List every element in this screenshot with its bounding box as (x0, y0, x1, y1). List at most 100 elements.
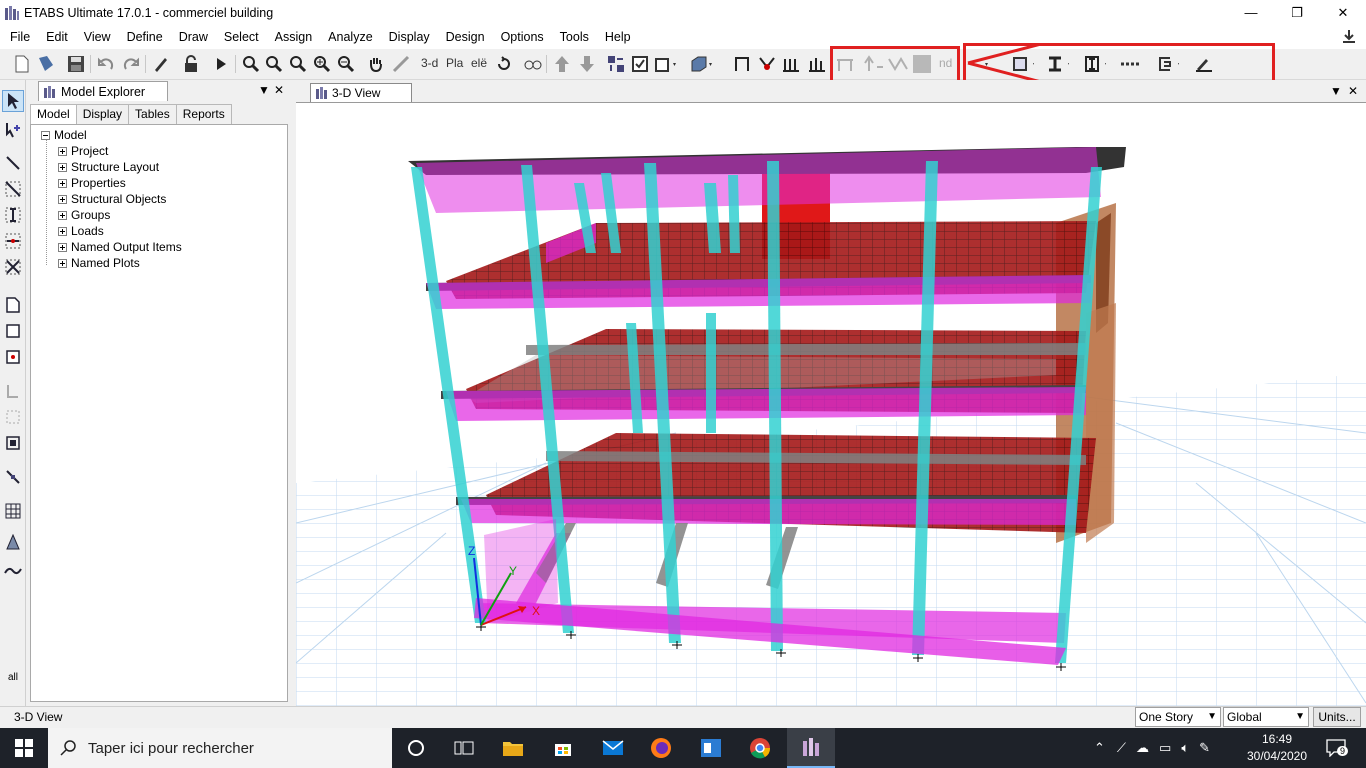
move-down-icon[interactable] (576, 53, 598, 75)
tab-display[interactable]: Display (75, 104, 130, 124)
lock-icon[interactable] (180, 53, 202, 75)
measure-icon[interactable] (390, 53, 412, 75)
coordinate-system-select[interactable]: Global ▼ (1223, 707, 1309, 727)
draw-line-icon[interactable] (2, 152, 24, 174)
explorer-close-icon[interactable]: ✕ (274, 83, 284, 97)
outlook-icon[interactable] (687, 728, 735, 768)
pencil-icon[interactable] (150, 53, 172, 75)
download-icon[interactable] (1340, 28, 1358, 46)
zoom-restore-icon[interactable] (263, 53, 285, 75)
menu-file[interactable]: File (2, 25, 38, 49)
chrome-icon[interactable] (736, 728, 784, 768)
draw-grid-icon[interactable] (2, 500, 24, 522)
draw-section-cut-icon[interactable] (2, 532, 24, 554)
reshape-icon[interactable] (2, 120, 24, 142)
zoom-in-icon[interactable] (311, 53, 333, 75)
story-select[interactable]: One Story ▼ (1135, 707, 1221, 727)
tab-tables[interactable]: Tables (128, 104, 177, 124)
menu-draw[interactable]: Draw (171, 25, 216, 49)
battery-icon[interactable]: ▭ (1159, 740, 1171, 756)
tab-reports[interactable]: Reports (175, 104, 232, 124)
taskbar-search-box[interactable]: Taper ici pour rechercher (48, 728, 392, 768)
view-dropdown-icon[interactable]: ▼ (1330, 84, 1342, 98)
run-analysis-icon[interactable] (210, 53, 232, 75)
frame-grid-icon[interactable] (780, 53, 802, 75)
menu-design[interactable]: Design (438, 25, 493, 49)
store-icon[interactable] (539, 728, 587, 768)
tree-node-model[interactable]: Model (41, 127, 87, 143)
draw-rect-floor-icon[interactable] (2, 320, 24, 342)
zoom-all-icon[interactable] (287, 53, 309, 75)
set-display-icon[interactable] (605, 53, 627, 75)
pointer-icon[interactable] (2, 90, 24, 112)
expand-icon[interactable] (58, 194, 67, 204)
tree-node-groups[interactable]: Groups (58, 207, 110, 223)
building-3d-model[interactable]: X Y Z (295, 103, 1366, 707)
view-close-icon[interactable]: ✕ (1348, 84, 1358, 98)
extrude-icon[interactable] (690, 53, 712, 75)
menu-analyze[interactable]: Analyze (320, 25, 380, 49)
menu-assign[interactable]: Assign (267, 25, 321, 49)
minimize-button[interactable]: — (1228, 0, 1274, 25)
undo-icon[interactable] (95, 53, 117, 75)
tree-node-loads[interactable]: Loads (58, 223, 104, 239)
close-button[interactable]: ✕ (1320, 0, 1366, 25)
view-3d-button[interactable]: 3-d (421, 56, 438, 70)
draw-floor-icon[interactable] (2, 294, 24, 316)
menu-tools[interactable]: Tools (552, 25, 597, 49)
firefox-icon[interactable] (637, 728, 685, 768)
joint-icon[interactable] (756, 53, 778, 75)
expand-icon[interactable] (58, 210, 67, 220)
menu-edit[interactable]: Edit (38, 25, 76, 49)
tree-node-structural-objects[interactable]: Structural Objects (58, 191, 166, 207)
draw-dimension-icon[interactable] (2, 560, 24, 582)
draw-column-icon[interactable] (2, 204, 24, 226)
explorer-dropdown-icon[interactable]: ▼ (258, 83, 270, 97)
expand-icon[interactable] (58, 258, 67, 268)
task-view-icon[interactable] (440, 728, 488, 768)
tree-node-properties[interactable]: Properties (58, 175, 126, 191)
checkbox-icon[interactable] (629, 53, 651, 75)
notification-center[interactable]: 9 (1326, 728, 1349, 768)
select-all-button[interactable]: all (2, 662, 24, 684)
frame-grid-2-icon[interactable] (806, 53, 828, 75)
start-button[interactable] (0, 728, 48, 768)
plan-view-button[interactable]: Pla (446, 56, 463, 70)
model-explorer-title-tab[interactable]: Model Explorer (38, 81, 169, 101)
tree-node-named-plots[interactable]: Named Plots (58, 255, 140, 271)
object-shrink-icon[interactable] (654, 53, 676, 75)
menu-define[interactable]: Define (119, 25, 171, 49)
draw-x-brace-icon[interactable] (2, 256, 24, 278)
etabs-taskbar-icon[interactable] (787, 728, 835, 768)
pen-icon[interactable]: ✎ (1199, 740, 1210, 756)
menu-display[interactable]: Display (381, 25, 438, 49)
rotate-icon[interactable] (493, 53, 515, 75)
open-model-icon[interactable] (35, 53, 57, 75)
menu-options[interactable]: Options (493, 25, 552, 49)
perspective-icon[interactable] (522, 53, 544, 75)
new-model-icon[interactable] (11, 53, 33, 75)
tree-node-structure-layout[interactable]: Structure Layout (58, 159, 159, 175)
collapse-icon[interactable] (41, 130, 50, 140)
mail-icon[interactable] (589, 728, 637, 768)
tab-model[interactable]: Model (30, 104, 77, 125)
elevation-view-button[interactable]: elë (471, 56, 487, 70)
zoom-out-icon[interactable] (335, 53, 357, 75)
quick-draw-floor-icon[interactable] (2, 346, 24, 368)
network-icon[interactable]: ⟋ (1117, 740, 1126, 756)
pan-icon[interactable] (365, 53, 387, 75)
menu-view[interactable]: View (76, 25, 119, 49)
save-icon[interactable] (65, 53, 87, 75)
tree-node-named-output-items[interactable]: Named Output Items (58, 239, 182, 255)
tray-expand-icon[interactable]: ⌃ (1094, 740, 1105, 756)
cortana-icon[interactable] (392, 728, 440, 768)
redo-icon[interactable] (120, 53, 142, 75)
tab-3d-view[interactable]: 3-D View (310, 83, 412, 102)
expand-icon[interactable] (58, 178, 67, 188)
expand-icon[interactable] (58, 242, 67, 252)
draw-link-icon[interactable] (2, 466, 24, 488)
model-canvas[interactable]: X Y Z (295, 102, 1366, 707)
draw-beam-icon[interactable] (2, 230, 24, 252)
onedrive-icon[interactable]: ☁ (1136, 740, 1149, 756)
expand-icon[interactable] (58, 226, 67, 236)
